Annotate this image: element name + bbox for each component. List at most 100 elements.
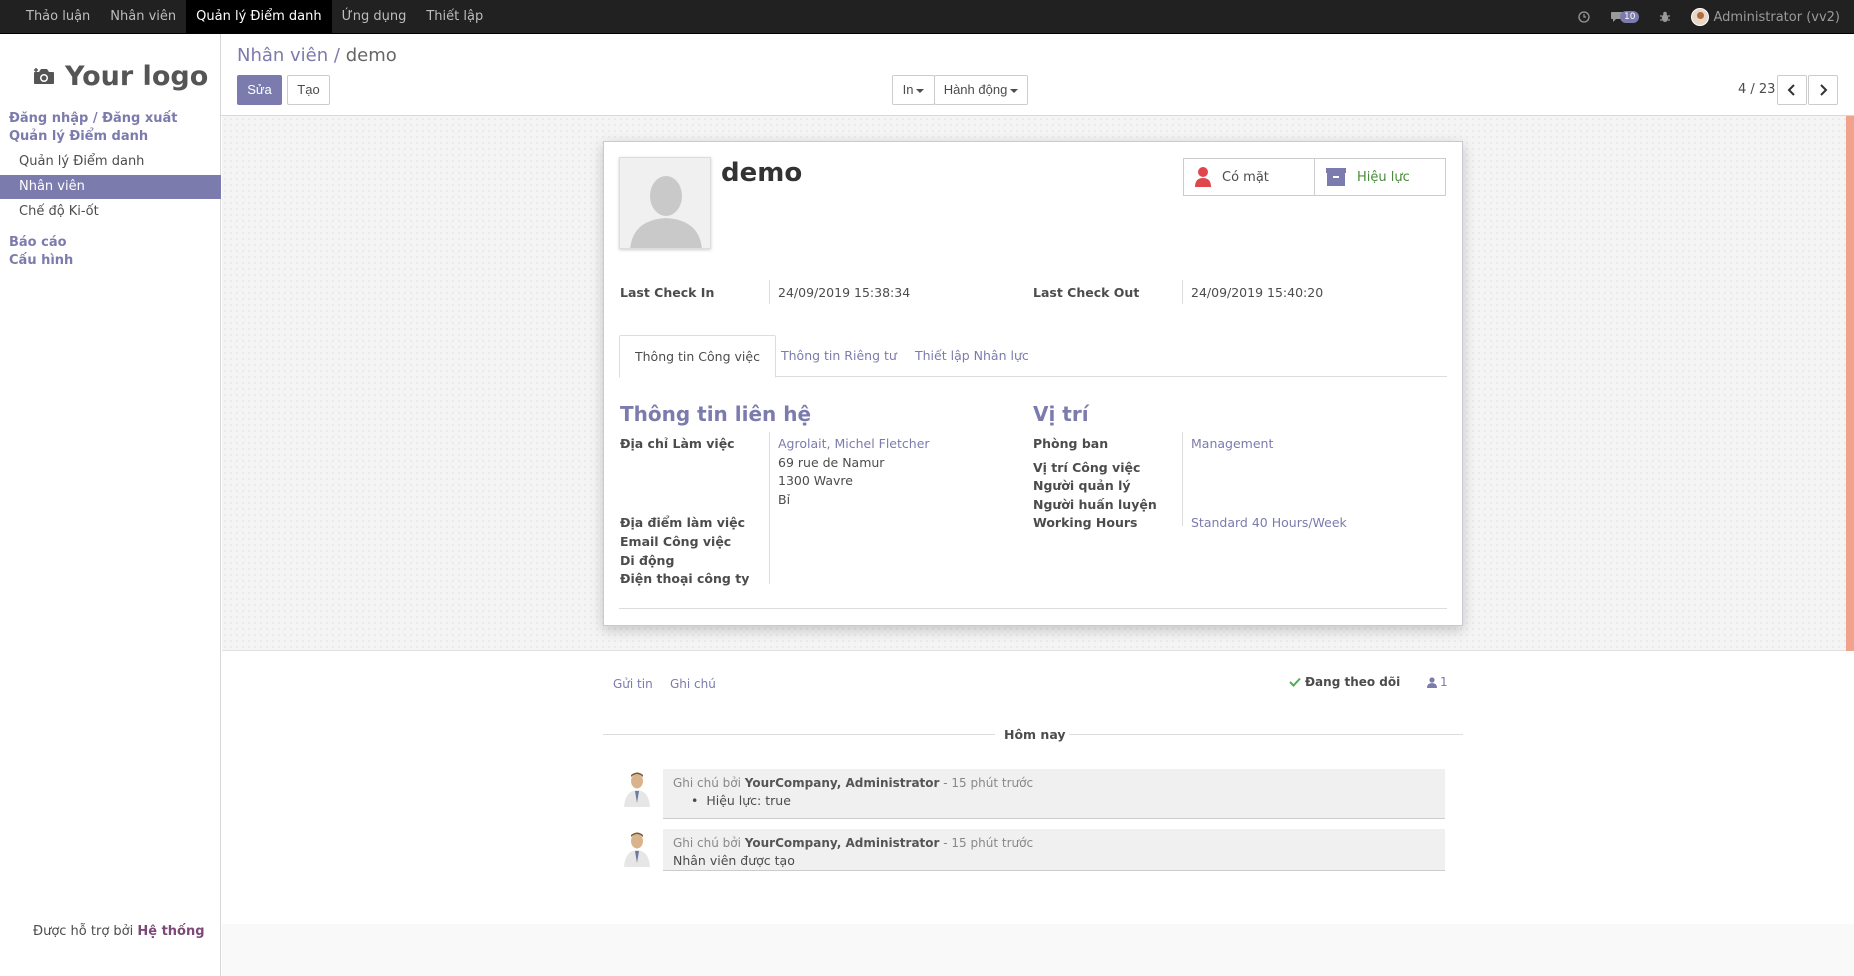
print-dropdown[interactable]: In bbox=[892, 75, 935, 105]
breadcrumb-parent[interactable]: Nhân viên bbox=[237, 45, 328, 66]
log-note-button[interactable]: Ghi chú bbox=[670, 677, 716, 691]
message-time: - 15 phút trước bbox=[943, 836, 1034, 850]
check-icon bbox=[1289, 677, 1301, 687]
last-check-out-label: Last Check Out bbox=[1033, 285, 1140, 300]
sidebar-item-kiosk-mode[interactable]: Chế độ Ki-ốt bbox=[0, 200, 221, 224]
user-status-icon bbox=[1194, 166, 1212, 188]
sidebar-item-employees[interactable]: Nhân viên bbox=[0, 175, 221, 199]
field-divider bbox=[769, 432, 770, 584]
top-menu-settings[interactable]: Thiết lập bbox=[416, 0, 493, 34]
last-check-out-value: 24/09/2019 15:40:20 bbox=[1191, 285, 1324, 300]
edit-button[interactable]: Sửa bbox=[237, 75, 282, 105]
top-menu-apps[interactable]: Ứng dụng bbox=[332, 0, 417, 34]
presence-label: Có mặt bbox=[1222, 169, 1269, 185]
pager-next-button[interactable] bbox=[1808, 75, 1838, 105]
powered-by: Được hỗ trợ bởi Hệ thống bbox=[33, 924, 205, 939]
sidebar-section-config[interactable]: Cấu hình bbox=[9, 253, 73, 268]
department-link[interactable]: Management bbox=[1191, 436, 1273, 451]
chevron-right-icon bbox=[1820, 84, 1828, 96]
working-hours-link[interactable]: Standard 40 Hours/Week bbox=[1191, 515, 1347, 530]
following-button[interactable]: Đang theo dõi bbox=[1289, 675, 1400, 689]
message-prefix: Ghi chú bởi bbox=[673, 836, 741, 850]
form-sheet: demo Có mặt Hiệu lực Last Check In 24/09… bbox=[603, 141, 1463, 626]
department-label: Phòng ban bbox=[1033, 436, 1109, 451]
message-author[interactable]: YourCompany, Administrator bbox=[745, 836, 940, 850]
archive-icon bbox=[1325, 167, 1347, 187]
message-header: Ghi chú bởi YourCompany, Administrator -… bbox=[673, 836, 1033, 850]
top-menu-employees[interactable]: Nhân viên bbox=[100, 0, 186, 34]
today-divider-right bbox=[1069, 734, 1463, 735]
pager-previous-button[interactable] bbox=[1777, 75, 1807, 105]
scrollbar-track[interactable] bbox=[1846, 116, 1854, 651]
message-body: • Hiệu lực: true bbox=[691, 793, 791, 808]
coach-label: Người huấn luyện bbox=[1033, 497, 1157, 512]
breadcrumb-separator: / bbox=[333, 45, 340, 66]
work-address-label: Địa chỉ Làm việc bbox=[620, 436, 735, 451]
bullet-icon: • bbox=[691, 793, 707, 808]
today-label: Hôm nay bbox=[1004, 727, 1066, 742]
login-logout-link[interactable]: Đăng nhập / Đăng xuất bbox=[9, 111, 178, 126]
work-address-line3: Bỉ bbox=[778, 492, 791, 507]
employee-photo[interactable] bbox=[619, 157, 711, 249]
user-avatar bbox=[1691, 8, 1710, 26]
work-address-line2: 1300 Wavre bbox=[778, 473, 853, 488]
clock-icon[interactable] bbox=[1578, 9, 1590, 25]
user-icon bbox=[1427, 676, 1437, 688]
bug-icon[interactable] bbox=[1659, 9, 1671, 25]
message-header: Ghi chú bởi YourCompany, Administrator -… bbox=[673, 776, 1033, 790]
presence-button[interactable]: Có mặt bbox=[1183, 158, 1315, 196]
powered-by-brand[interactable]: Hệ thống bbox=[137, 924, 204, 939]
top-right-systray: 10 Administrator (vv2) bbox=[1558, 0, 1840, 34]
field-divider bbox=[1182, 432, 1183, 526]
sidebar-section-attendance[interactable]: Quản lý Điểm danh bbox=[9, 129, 148, 144]
breadcrumb: Nhân viên / demo bbox=[237, 45, 397, 66]
caret-down-icon bbox=[1010, 88, 1019, 93]
tab-hr-settings[interactable]: Thiết lập Nhân lực bbox=[900, 335, 1044, 377]
tab-private-info[interactable]: Thông tin Riêng tư bbox=[766, 335, 912, 377]
today-divider-left bbox=[603, 734, 995, 735]
top-menu-attendance[interactable]: Quản lý Điểm danh bbox=[186, 0, 332, 34]
camera-icon bbox=[33, 67, 55, 85]
work-address-line1: 69 rue de Namur bbox=[778, 455, 885, 470]
caret-down-icon bbox=[916, 88, 925, 93]
create-button[interactable]: Tạo bbox=[287, 75, 330, 105]
active-toggle-button[interactable]: Hiệu lực bbox=[1314, 158, 1446, 196]
sidebar-section-reports[interactable]: Báo cáo bbox=[9, 235, 67, 250]
chevron-left-icon bbox=[1787, 84, 1795, 96]
working-hours-label: Working Hours bbox=[1033, 515, 1138, 530]
employee-name: demo bbox=[721, 158, 803, 188]
field-divider bbox=[1182, 280, 1183, 304]
tab-work-info[interactable]: Thông tin Công việc bbox=[619, 335, 776, 378]
action-dropdown[interactable]: Hành động bbox=[934, 75, 1028, 105]
work-email-label: Email Công việc bbox=[620, 534, 732, 549]
message-author[interactable]: YourCompany, Administrator bbox=[745, 776, 940, 790]
message-item: Ghi chú bởi YourCompany, Administrator -… bbox=[663, 769, 1445, 819]
followers-button[interactable]: 1 bbox=[1427, 675, 1448, 689]
send-message-button[interactable]: Gửi tin bbox=[613, 677, 653, 691]
following-label: Đang theo dõi bbox=[1305, 675, 1401, 689]
message-author-avatar[interactable] bbox=[622, 769, 652, 807]
last-check-in-label: Last Check In bbox=[620, 285, 715, 300]
field-divider bbox=[769, 280, 770, 304]
active-label: Hiệu lực bbox=[1357, 169, 1410, 185]
user-name: Administrator (vv2) bbox=[1713, 9, 1840, 25]
message-body-text: Hiệu lực: true bbox=[706, 793, 791, 808]
messages-icon[interactable]: 10 bbox=[1610, 9, 1640, 25]
action-label: Hành động bbox=[943, 82, 1008, 97]
work-phone-label: Điện thoại công ty bbox=[620, 571, 750, 586]
position-title: Vị trí bbox=[1033, 402, 1089, 426]
top-menu-discuss[interactable]: Thảo luận bbox=[16, 0, 100, 34]
sidebar: Your logo Đăng nhập / Đăng xuất Quản lý … bbox=[0, 34, 221, 976]
message-author-avatar[interactable] bbox=[622, 829, 652, 867]
mobile-label: Di động bbox=[620, 553, 675, 568]
message-time: - 15 phút trước bbox=[943, 776, 1034, 790]
user-menu[interactable]: Administrator (vv2) bbox=[1691, 8, 1840, 26]
sidebar-item-attendance-manage[interactable]: Quản lý Điểm danh bbox=[0, 150, 221, 174]
last-check-in-value: 24/09/2019 15:38:34 bbox=[778, 285, 911, 300]
work-address-partner-link[interactable]: Agrolait, Michel Fletcher bbox=[778, 436, 930, 451]
work-location-label: Địa điểm làm việc bbox=[620, 515, 746, 530]
person-placeholder-icon bbox=[620, 158, 710, 248]
company-logo[interactable]: Your logo bbox=[33, 56, 208, 96]
powered-by-prefix: Được hỗ trợ bởi bbox=[33, 924, 134, 939]
contact-info-title: Thông tin liên hệ bbox=[620, 402, 812, 426]
